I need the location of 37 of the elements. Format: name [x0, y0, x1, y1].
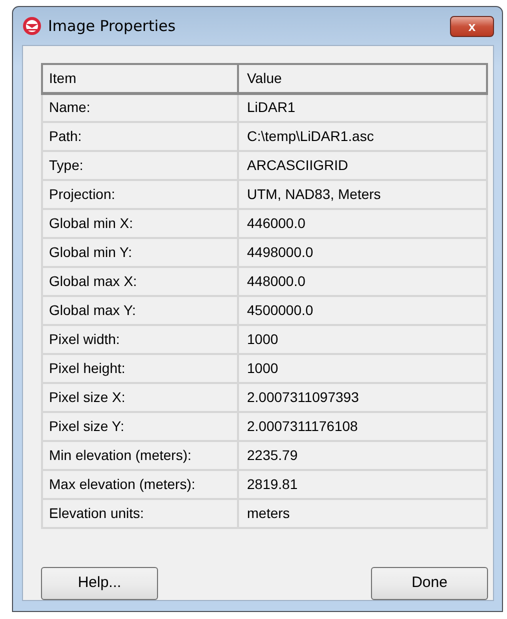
table-cell: Pixel size X: — [42, 383, 238, 412]
table-cell: C:\temp\LiDAR1.asc — [238, 122, 487, 151]
close-button[interactable]: x — [450, 16, 494, 36]
table-cell: Global max X: — [42, 267, 238, 296]
help-button[interactable]: Help... — [41, 567, 158, 600]
table-cell: Pixel width: — [42, 325, 238, 354]
table-cell: LiDAR1 — [238, 93, 487, 122]
table-cell: Global min X: — [42, 209, 238, 238]
table-cell: ARCASCIIGRID — [238, 151, 487, 180]
column-header[interactable]: Value — [238, 64, 487, 93]
table-cell: 2.0007311176108 — [238, 412, 487, 441]
table-cell: Name: — [42, 93, 238, 122]
table-cell: Global min Y: — [42, 238, 238, 267]
table-cell: Pixel height: — [42, 354, 238, 383]
table-cell: 1000 — [238, 354, 487, 383]
table-cell: Projection: — [42, 180, 238, 209]
table-cell: UTM, NAD83, Meters — [238, 180, 487, 209]
window-title: Image Properties — [48, 16, 176, 37]
table-cell: Min elevation (meters): — [42, 441, 238, 470]
table-cell: Elevation units: — [42, 499, 238, 528]
table-cell: 4500000.0 — [238, 296, 487, 325]
table-cell: Global max Y: — [42, 296, 238, 325]
table-cell: 448000.0 — [238, 267, 487, 296]
table-cell: 2819.81 — [238, 470, 487, 499]
table-cell: Path: — [42, 122, 238, 151]
column-header[interactable]: Item — [42, 64, 238, 93]
table-cell: 4498000.0 — [238, 238, 487, 267]
app-icon — [22, 16, 42, 36]
done-button[interactable]: Done — [371, 567, 488, 600]
table-cell: 2.0007311097393 — [238, 383, 487, 412]
table-cell: 446000.0 — [238, 209, 487, 238]
table-cell: 2235.79 — [238, 441, 487, 470]
table-cell: Pixel size Y: — [42, 412, 238, 441]
table-cell: 1000 — [238, 325, 487, 354]
table-cell: Type: — [42, 151, 238, 180]
table-cell: meters — [238, 499, 487, 528]
table-cell: Max elevation (meters): — [42, 470, 238, 499]
